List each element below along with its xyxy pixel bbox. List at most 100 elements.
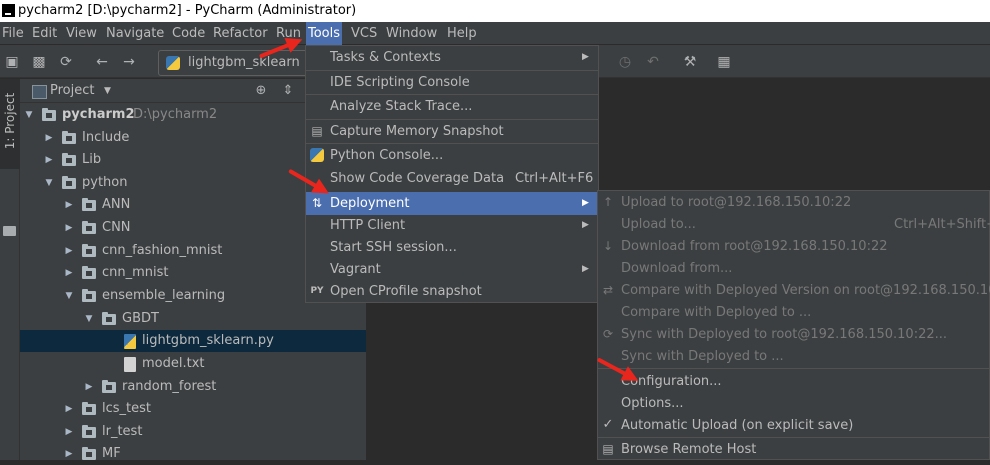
forward-arrow-icon[interactable]: →: [121, 54, 137, 70]
chevron-right-icon[interactable]: ▶: [64, 262, 74, 284]
menu-item-compare-with-deployed[interactable]: Compare with Deployed to ...: [598, 301, 990, 324]
deployment-submenu: ↑ Upload to root@192.168.150.10:22 Uploa…: [597, 190, 990, 460]
menu-item-tasks-contexts[interactable]: Tasks & Contexts ▶: [306, 46, 598, 69]
menu-item-label: IDE Scripting Console: [330, 75, 470, 90]
chevron-down-icon[interactable]: ▼: [44, 172, 54, 194]
menu-tools[interactable]: Tools: [306, 22, 343, 45]
tree-item-lcs-test[interactable]: ▶ lcs_test: [20, 398, 366, 420]
save-icon[interactable]: ▩: [31, 54, 47, 70]
menu-view[interactable]: View: [64, 22, 99, 45]
open-folder-icon[interactable]: ▣: [4, 54, 20, 70]
menu-code[interactable]: Code: [170, 22, 207, 45]
tree-item-label: Lib: [82, 152, 102, 167]
menu-item-label: Sync with Deployed to root@192.168.150.1…: [621, 327, 948, 342]
chevron-right-icon[interactable]: ▶: [64, 443, 74, 465]
folder-icon: [82, 198, 96, 211]
chevron-right-icon[interactable]: ▶: [64, 194, 74, 216]
tree-item-lr-test[interactable]: ▶ lr_test: [20, 421, 366, 443]
chevron-right-icon[interactable]: ▶: [44, 127, 54, 149]
menu-edit[interactable]: Edit: [30, 22, 59, 45]
back-arrow-icon[interactable]: ←: [94, 54, 110, 70]
download-icon: ↓: [602, 239, 614, 253]
menu-item-options[interactable]: Options...: [598, 392, 990, 415]
chevron-down-icon[interactable]: ▼: [24, 104, 34, 126]
menu-item-start-ssh-session[interactable]: Start SSH session...: [306, 236, 598, 259]
tools-menu: Tasks & Contexts ▶ IDE Scripting Console…: [305, 45, 599, 303]
menu-item-label: Configuration...: [621, 374, 722, 389]
pycharm-logo-icon: [2, 4, 15, 17]
menu-item-download-from-server[interactable]: ↓ Download from root@192.168.150.10:22: [598, 235, 990, 258]
revert-icon[interactable]: ↶: [645, 54, 661, 70]
submenu-arrow-icon: ▶: [582, 52, 589, 62]
tree-item-gbdt[interactable]: ▼ GBDT: [20, 308, 366, 330]
menu-item-label: Tasks & Contexts: [330, 50, 441, 65]
menu-item-label: Download from...: [621, 261, 733, 276]
folder-icon: [82, 447, 96, 460]
submenu-arrow-icon: ▶: [582, 264, 589, 274]
menu-item-http-client[interactable]: HTTP Client ▶: [306, 214, 598, 237]
menu-help[interactable]: Help: [445, 22, 479, 45]
menu-item-open-cprofile-snapshot[interactable]: PY Open CProfile snapshot: [306, 280, 598, 303]
tree-item-mf[interactable]: ▶ MF: [20, 443, 366, 465]
menu-vcs[interactable]: VCS: [349, 22, 379, 45]
menu-item-compare-with-deployed-server[interactable]: ⇄ Compare with Deployed Version on root@…: [598, 279, 990, 302]
tree-item-label: ensemble_learning: [102, 288, 226, 303]
chevron-right-icon[interactable]: ▶: [44, 149, 54, 171]
menu-navigate[interactable]: Navigate: [104, 22, 166, 45]
menu-item-sync-with-deployed[interactable]: Sync with Deployed to ...: [598, 345, 990, 368]
chevron-down-icon[interactable]: ▼: [104, 79, 111, 103]
tree-item-random-forest[interactable]: ▶ random_forest: [20, 376, 366, 398]
chevron-down-icon[interactable]: ▼: [84, 308, 94, 330]
chevron-right-icon[interactable]: ▶: [64, 240, 74, 262]
tree-item-label: model.txt: [142, 356, 205, 371]
tree-item-lightgbm-sklearn-py[interactable]: lightgbm_sklearn.py: [20, 330, 366, 352]
chevron-right-icon[interactable]: ▶: [64, 398, 74, 420]
remote-host-icon: ▤: [602, 442, 614, 456]
menu-item-configuration[interactable]: Configuration...: [598, 370, 990, 393]
menu-item-browse-remote-host[interactable]: ▤ Browse Remote Host: [598, 438, 990, 461]
menu-item-ide-scripting-console[interactable]: IDE Scripting Console: [306, 71, 598, 94]
settings-wrench-icon[interactable]: ⚒: [682, 54, 698, 70]
menu-item-analyze-stack-trace[interactable]: Analyze Stack Trace...: [306, 95, 598, 118]
tree-item-label: MF: [102, 446, 121, 461]
menu-item-vagrant[interactable]: Vagrant ▶: [306, 258, 598, 281]
tree-item-label: CNN: [102, 220, 131, 235]
chevron-right-icon[interactable]: ▶: [64, 421, 74, 443]
sync-icon[interactable]: ⟳: [58, 54, 74, 70]
submenu-arrow-icon: ▶: [582, 198, 589, 208]
tree-item-model-txt[interactable]: model.txt: [20, 353, 366, 375]
folder-icon: [82, 221, 96, 234]
menu-item-automatic-upload[interactable]: ✓ Automatic Upload (on explicit save): [598, 414, 990, 437]
menu-item-upload-to[interactable]: Upload to... Ctrl+Alt+Shift+: [598, 213, 990, 236]
menu-item-shortcut: Ctrl+Alt+Shift+: [894, 217, 990, 232]
menu-item-label: HTTP Client: [330, 218, 406, 233]
project-panel-title[interactable]: Project: [50, 79, 94, 103]
menu-item-download-from[interactable]: Download from...: [598, 257, 990, 280]
run-configuration-select[interactable]: lightgbm_sklearn: [158, 50, 310, 76]
chevron-right-icon[interactable]: ▶: [64, 217, 74, 239]
menu-refactor[interactable]: Refactor: [211, 22, 270, 45]
menu-item-python-console[interactable]: Python Console...: [306, 144, 598, 167]
text-file-icon: [124, 357, 136, 372]
folder-icon: [82, 289, 96, 302]
menu-item-deployment[interactable]: ⇅ Deployment ▶: [306, 192, 598, 215]
menu-item-upload-to-server[interactable]: ↑ Upload to root@192.168.150.10:22: [598, 191, 990, 214]
menu-item-show-code-coverage[interactable]: Show Code Coverage Data Ctrl+Alt+F6: [306, 167, 598, 190]
left-tool-strip: 1: Project: [0, 79, 20, 460]
chevron-down-icon[interactable]: ▼: [64, 285, 74, 307]
menu-run[interactable]: Run: [274, 22, 303, 45]
menu-file[interactable]: File: [0, 22, 26, 45]
menu-item-sync-with-deployed-server[interactable]: ⟳ Sync with Deployed to root@192.168.150…: [598, 323, 990, 346]
chevron-right-icon[interactable]: ▶: [84, 376, 94, 398]
folder-icon: [62, 176, 76, 189]
folder-icon: [102, 380, 116, 393]
menu-window[interactable]: Window: [384, 22, 439, 45]
project-tool-tab[interactable]: 1: Project: [0, 79, 20, 169]
structure-icon[interactable]: ▦: [716, 54, 732, 70]
locate-target-icon[interactable]: ⊕: [253, 83, 269, 99]
history-icon[interactable]: ◷: [617, 54, 633, 70]
menu-item-capture-memory-snapshot[interactable]: ▤ Capture Memory Snapshot: [306, 120, 598, 143]
tree-item-label: GBDT: [122, 311, 159, 326]
collapse-all-icon[interactable]: ⇕: [280, 83, 296, 99]
tree-item-label: Include: [82, 130, 130, 145]
